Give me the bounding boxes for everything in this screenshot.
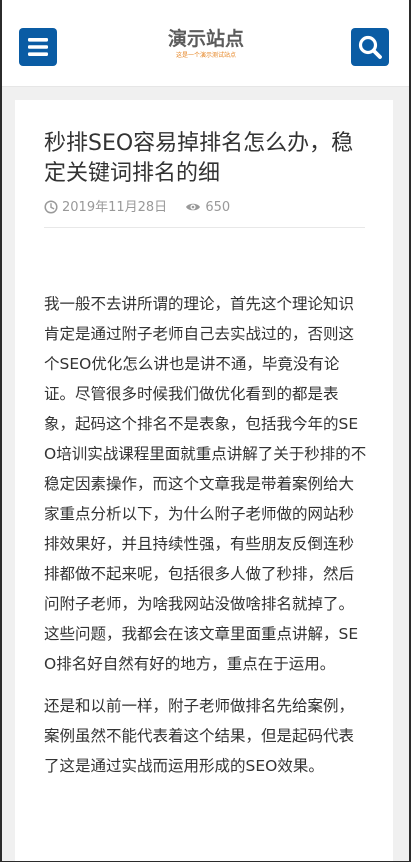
eye-icon: [186, 203, 201, 211]
article-body: 我一般不去讲所谓的理论，首先这个理论知识肯定是通过附子老师自己去实战过的，否则这…: [44, 289, 368, 793]
logo-subtitle: 这是一个演示测试站点: [175, 52, 236, 59]
site-logo[interactable]: 演示站点 这是一个演示测试站点: [160, 28, 252, 64]
menu-icon: [28, 38, 48, 56]
article-paragraph: 我一般不去讲所谓的理论，首先这个理论知识肯定是通过附子老师自己去实战过的，否则这…: [44, 295, 367, 673]
search-button[interactable]: [351, 28, 389, 66]
article-paragraph: 还是和以前一样，附子老师做排名先给案例，案例虽然不能代表着这个结果，但是起码代表…: [44, 697, 355, 775]
search-icon: [358, 35, 382, 59]
date-text: 2019年11月28日: [62, 200, 168, 215]
article-views: 650: [185, 199, 230, 217]
views-count: 650: [205, 200, 231, 215]
article-card: 秒排SEO容易掉排名怎么办，稳定关键词排名的细 2019年11月28日 650 …: [15, 100, 393, 862]
logo-title: 演示站点: [167, 28, 244, 50]
title-divider: [44, 227, 365, 228]
article-title: 秒排SEO容易掉排名怎么办，稳定关键词排名的细: [44, 131, 354, 186]
menu-button[interactable]: [19, 28, 57, 66]
site-header: 演示站点 这是一个演示测试站点: [0, 0, 411, 87]
article-meta: 2019年11月28日 650: [44, 199, 230, 217]
clock-icon: [44, 200, 58, 214]
article-date: 2019年11月28日: [44, 199, 167, 217]
